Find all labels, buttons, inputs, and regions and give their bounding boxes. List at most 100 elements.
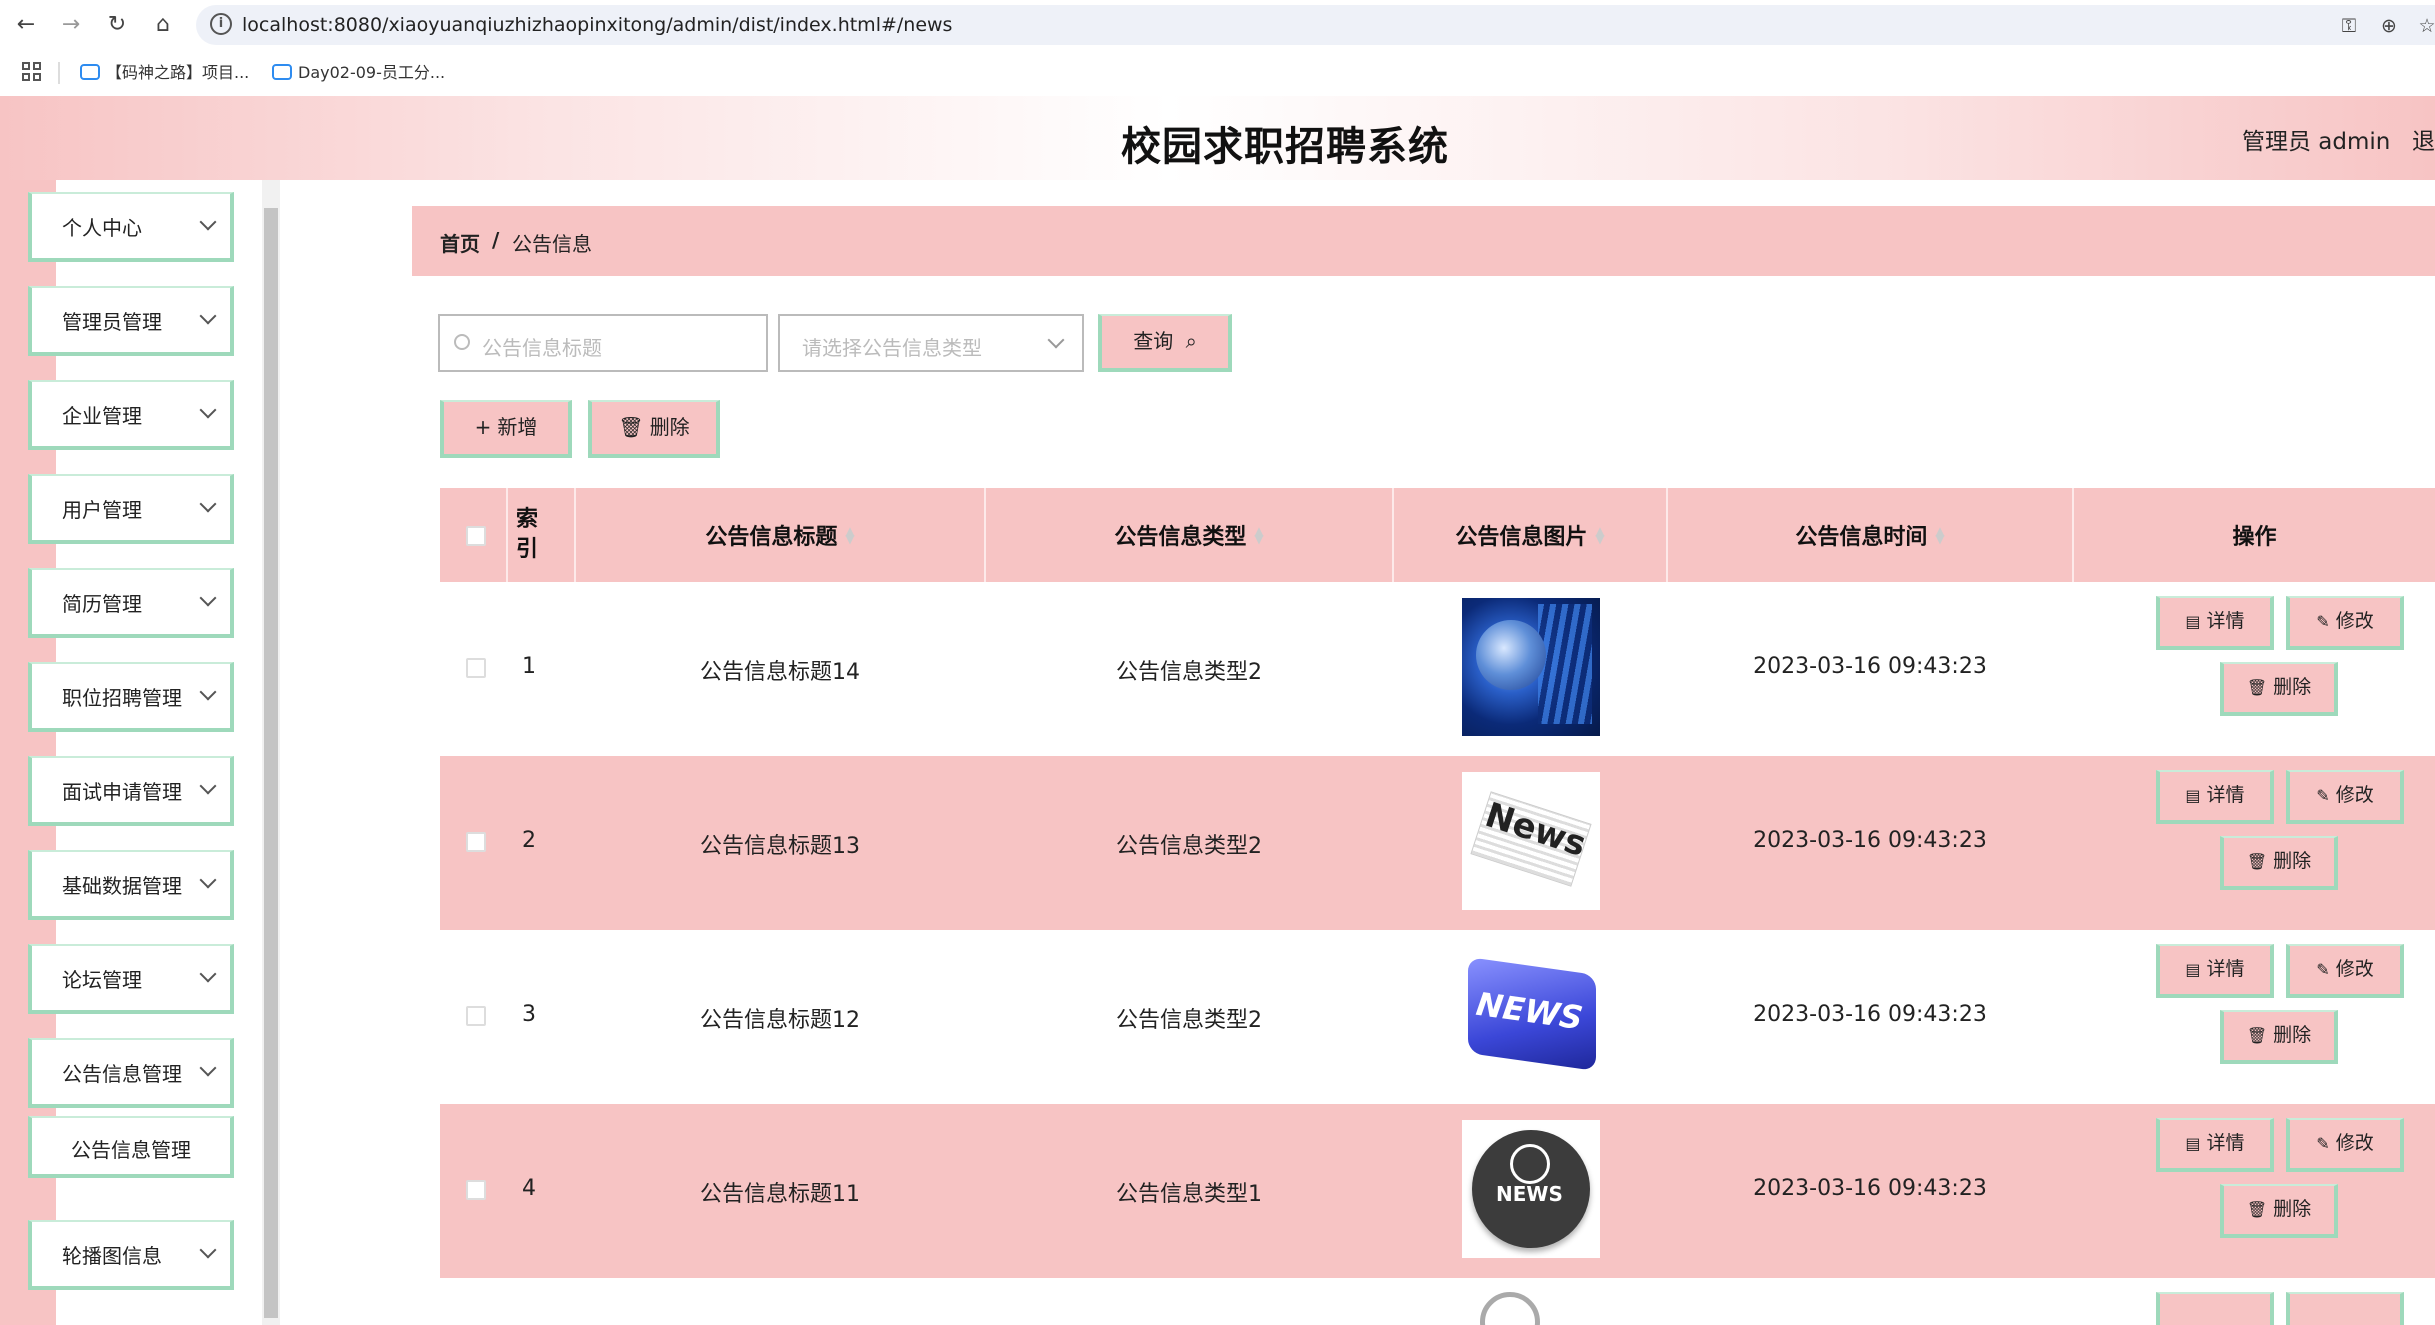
- document-icon: ▤: [2185, 1134, 2201, 1153]
- bookmark-1-label: 【码神之路】项目...: [106, 63, 250, 82]
- row-time: 2023-03-16 09:43:23: [1753, 1002, 1987, 1027]
- detail-button[interactable]: ▤ 详情: [2156, 1118, 2274, 1172]
- row-delete-button[interactable]: 🗑 删除: [2220, 1010, 2338, 1064]
- row-index: 2: [522, 828, 536, 853]
- sidebar-item-announcements[interactable]: 公告信息管理: [28, 1038, 234, 1108]
- detail-button-label: 详情: [2206, 1132, 2245, 1154]
- sidebar-subitem-announcement-management[interactable]: 公告信息管理: [28, 1116, 234, 1178]
- zoom-icon[interactable]: ⊕: [2376, 13, 2402, 39]
- sidebar-item-base-data[interactable]: 基础数据管理: [28, 850, 234, 920]
- news-image-partial: [1480, 1292, 1540, 1325]
- row-checkbox[interactable]: [466, 1180, 486, 1200]
- table-row-partial: [440, 1278, 2435, 1325]
- detail-button[interactable]: ▤ 详情: [2156, 944, 2274, 998]
- detail-button[interactable]: [2156, 1292, 2274, 1325]
- sidebar-item-admin[interactable]: 管理员管理: [28, 286, 234, 356]
- edit-button-label: 修改: [2335, 958, 2374, 980]
- chevron-down-icon: [199, 213, 217, 231]
- detail-button[interactable]: ▤ 详情: [2156, 770, 2274, 824]
- edit-button[interactable]: ✎ 修改: [2286, 596, 2404, 650]
- header-title[interactable]: 公告信息标题 ▲ ▼: [576, 488, 984, 582]
- logout-link[interactable]: 退出: [2412, 122, 2435, 156]
- sidebar-item-label: 论坛管理: [62, 968, 142, 992]
- row-type: 公告信息类型2: [1116, 834, 1262, 859]
- table-header: 索 引 公告信息标题 ▲ ▼ 公告信息类型 ▲ ▼ 公告信息图片 ▲ ▼ 公告信息时间 ▲ ▼ …: [440, 488, 2435, 582]
- chevron-down-icon: [199, 1059, 217, 1077]
- sidebar-item-forum[interactable]: 论坛管理: [28, 944, 234, 1014]
- apps-grid-icon[interactable]: [22, 62, 42, 82]
- breadcrumb-separator: /: [492, 228, 500, 252]
- sidebar-item-label: 轮播图信息: [62, 1244, 162, 1268]
- edit-pen-icon: ✎: [2316, 786, 2330, 805]
- row-index: 3: [522, 1002, 536, 1027]
- home-icon[interactable]: ⌂: [147, 9, 179, 41]
- row-delete-button-label: 删除: [2273, 1198, 2312, 1220]
- sidebar-item-interviews[interactable]: 面试申请管理: [28, 756, 234, 826]
- address-bar[interactable]: i localhost:8080/xiaoyuanqiuzhizhaopinxi…: [196, 5, 2435, 45]
- sidebar-item-enterprise[interactable]: 企业管理: [28, 380, 234, 450]
- forward-icon[interactable]: →: [55, 9, 87, 41]
- sort-icon: ▲ ▼: [1595, 524, 1605, 546]
- row-delete-button[interactable]: 🗑 删除: [2220, 662, 2338, 716]
- query-button-label: 查询: [1133, 329, 1174, 353]
- edit-pen-icon: ✎: [2316, 960, 2330, 979]
- sidebar-item-label: 面试申请管理: [62, 780, 182, 804]
- title-search-input[interactable]: 公告信息标题: [438, 314, 768, 372]
- back-icon[interactable]: ←: [10, 9, 42, 41]
- query-button[interactable]: 查询 ⌕: [1098, 314, 1232, 372]
- sidebar-item-jobs[interactable]: 职位招聘管理: [28, 662, 234, 732]
- batch-delete-button[interactable]: 🗑 删除: [588, 400, 720, 458]
- type-select-placeholder: 请选择公告信息类型: [802, 336, 982, 360]
- type-select[interactable]: 请选择公告信息类型: [778, 314, 1084, 372]
- trash-icon: 🗑: [2246, 1026, 2268, 1045]
- add-button[interactable]: + 新增: [440, 400, 572, 458]
- row-delete-button[interactable]: 🗑 删除: [2220, 836, 2338, 890]
- row-title: 公告信息标题11: [700, 1182, 860, 1207]
- edit-button[interactable]: ✎ 修改: [2286, 944, 2404, 998]
- trash-icon: 🗑: [2246, 852, 2268, 871]
- news-key-image[interactable]: NEWS: [1462, 946, 1600, 1084]
- detail-button[interactable]: ▤ 详情: [2156, 596, 2274, 650]
- row-time: 2023-03-16 09:43:23: [1753, 654, 1987, 679]
- bookmark-1[interactable]: 【码神之路】项目...: [80, 60, 249, 86]
- sidebar-scroll-thumb[interactable]: [264, 208, 278, 1318]
- bookmark-2[interactable]: Day02-09-员工分...: [272, 60, 445, 86]
- edit-button[interactable]: ✎ 修改: [2286, 770, 2404, 824]
- edit-button[interactable]: [2286, 1292, 2404, 1325]
- row-title: 公告信息标题13: [700, 834, 860, 859]
- browser-toolbar: ← → ↻ ⌂ i localhost:8080/xiaoyuanqiuzhiz…: [0, 0, 2435, 50]
- header-time[interactable]: 公告信息时间 ▲ ▼: [1668, 488, 2072, 582]
- news-paper-image[interactable]: News: [1462, 772, 1600, 910]
- row-checkbox[interactable]: [466, 832, 486, 852]
- chevron-down-icon: [199, 683, 217, 701]
- header-time-label: 公告信息时间: [1795, 525, 1928, 550]
- breadcrumb-home[interactable]: 首页: [440, 228, 480, 257]
- edit-button[interactable]: ✎ 修改: [2286, 1118, 2404, 1172]
- table-row: 1 公告信息标题14 公告信息类型2 2023-03-16 09:43:23 ▤…: [440, 582, 2435, 756]
- sidebar-item-label: 基础数据管理: [62, 874, 182, 898]
- row-title: 公告信息标题14: [700, 660, 860, 685]
- sidebar-item-users[interactable]: 用户管理: [28, 474, 234, 544]
- chevron-down-icon: [199, 495, 217, 513]
- sidebar-item-carousel[interactable]: 轮播图信息: [28, 1220, 234, 1290]
- row-delete-button[interactable]: 🗑 删除: [2220, 1184, 2338, 1238]
- search-icon: [454, 334, 470, 350]
- reload-icon[interactable]: ↻: [101, 9, 133, 41]
- row-checkbox[interactable]: [466, 1006, 486, 1026]
- chevron-down-icon: [199, 777, 217, 795]
- site-info-icon[interactable]: i: [210, 13, 232, 35]
- trash-icon: 🗑: [2246, 678, 2268, 697]
- globe-image[interactable]: [1462, 598, 1600, 736]
- chevron-down-icon: [1047, 331, 1065, 349]
- sidebar-item-resume[interactable]: 简历管理: [28, 568, 234, 638]
- detail-button-label: 详情: [2206, 610, 2245, 632]
- news-globe-icon-image[interactable]: NEWS: [1462, 1120, 1600, 1258]
- password-key-icon[interactable]: ⚿: [2336, 13, 2362, 39]
- row-checkbox[interactable]: [466, 658, 486, 678]
- select-all-checkbox[interactable]: [466, 526, 486, 546]
- bookmarks-divider: [58, 62, 60, 84]
- header-image[interactable]: 公告信息图片 ▲ ▼: [1394, 488, 1666, 582]
- bookmark-star-icon[interactable]: ☆: [2414, 13, 2435, 39]
- sidebar-item-personal-center[interactable]: 个人中心: [28, 192, 234, 262]
- header-type[interactable]: 公告信息类型 ▲ ▼: [986, 488, 1392, 582]
